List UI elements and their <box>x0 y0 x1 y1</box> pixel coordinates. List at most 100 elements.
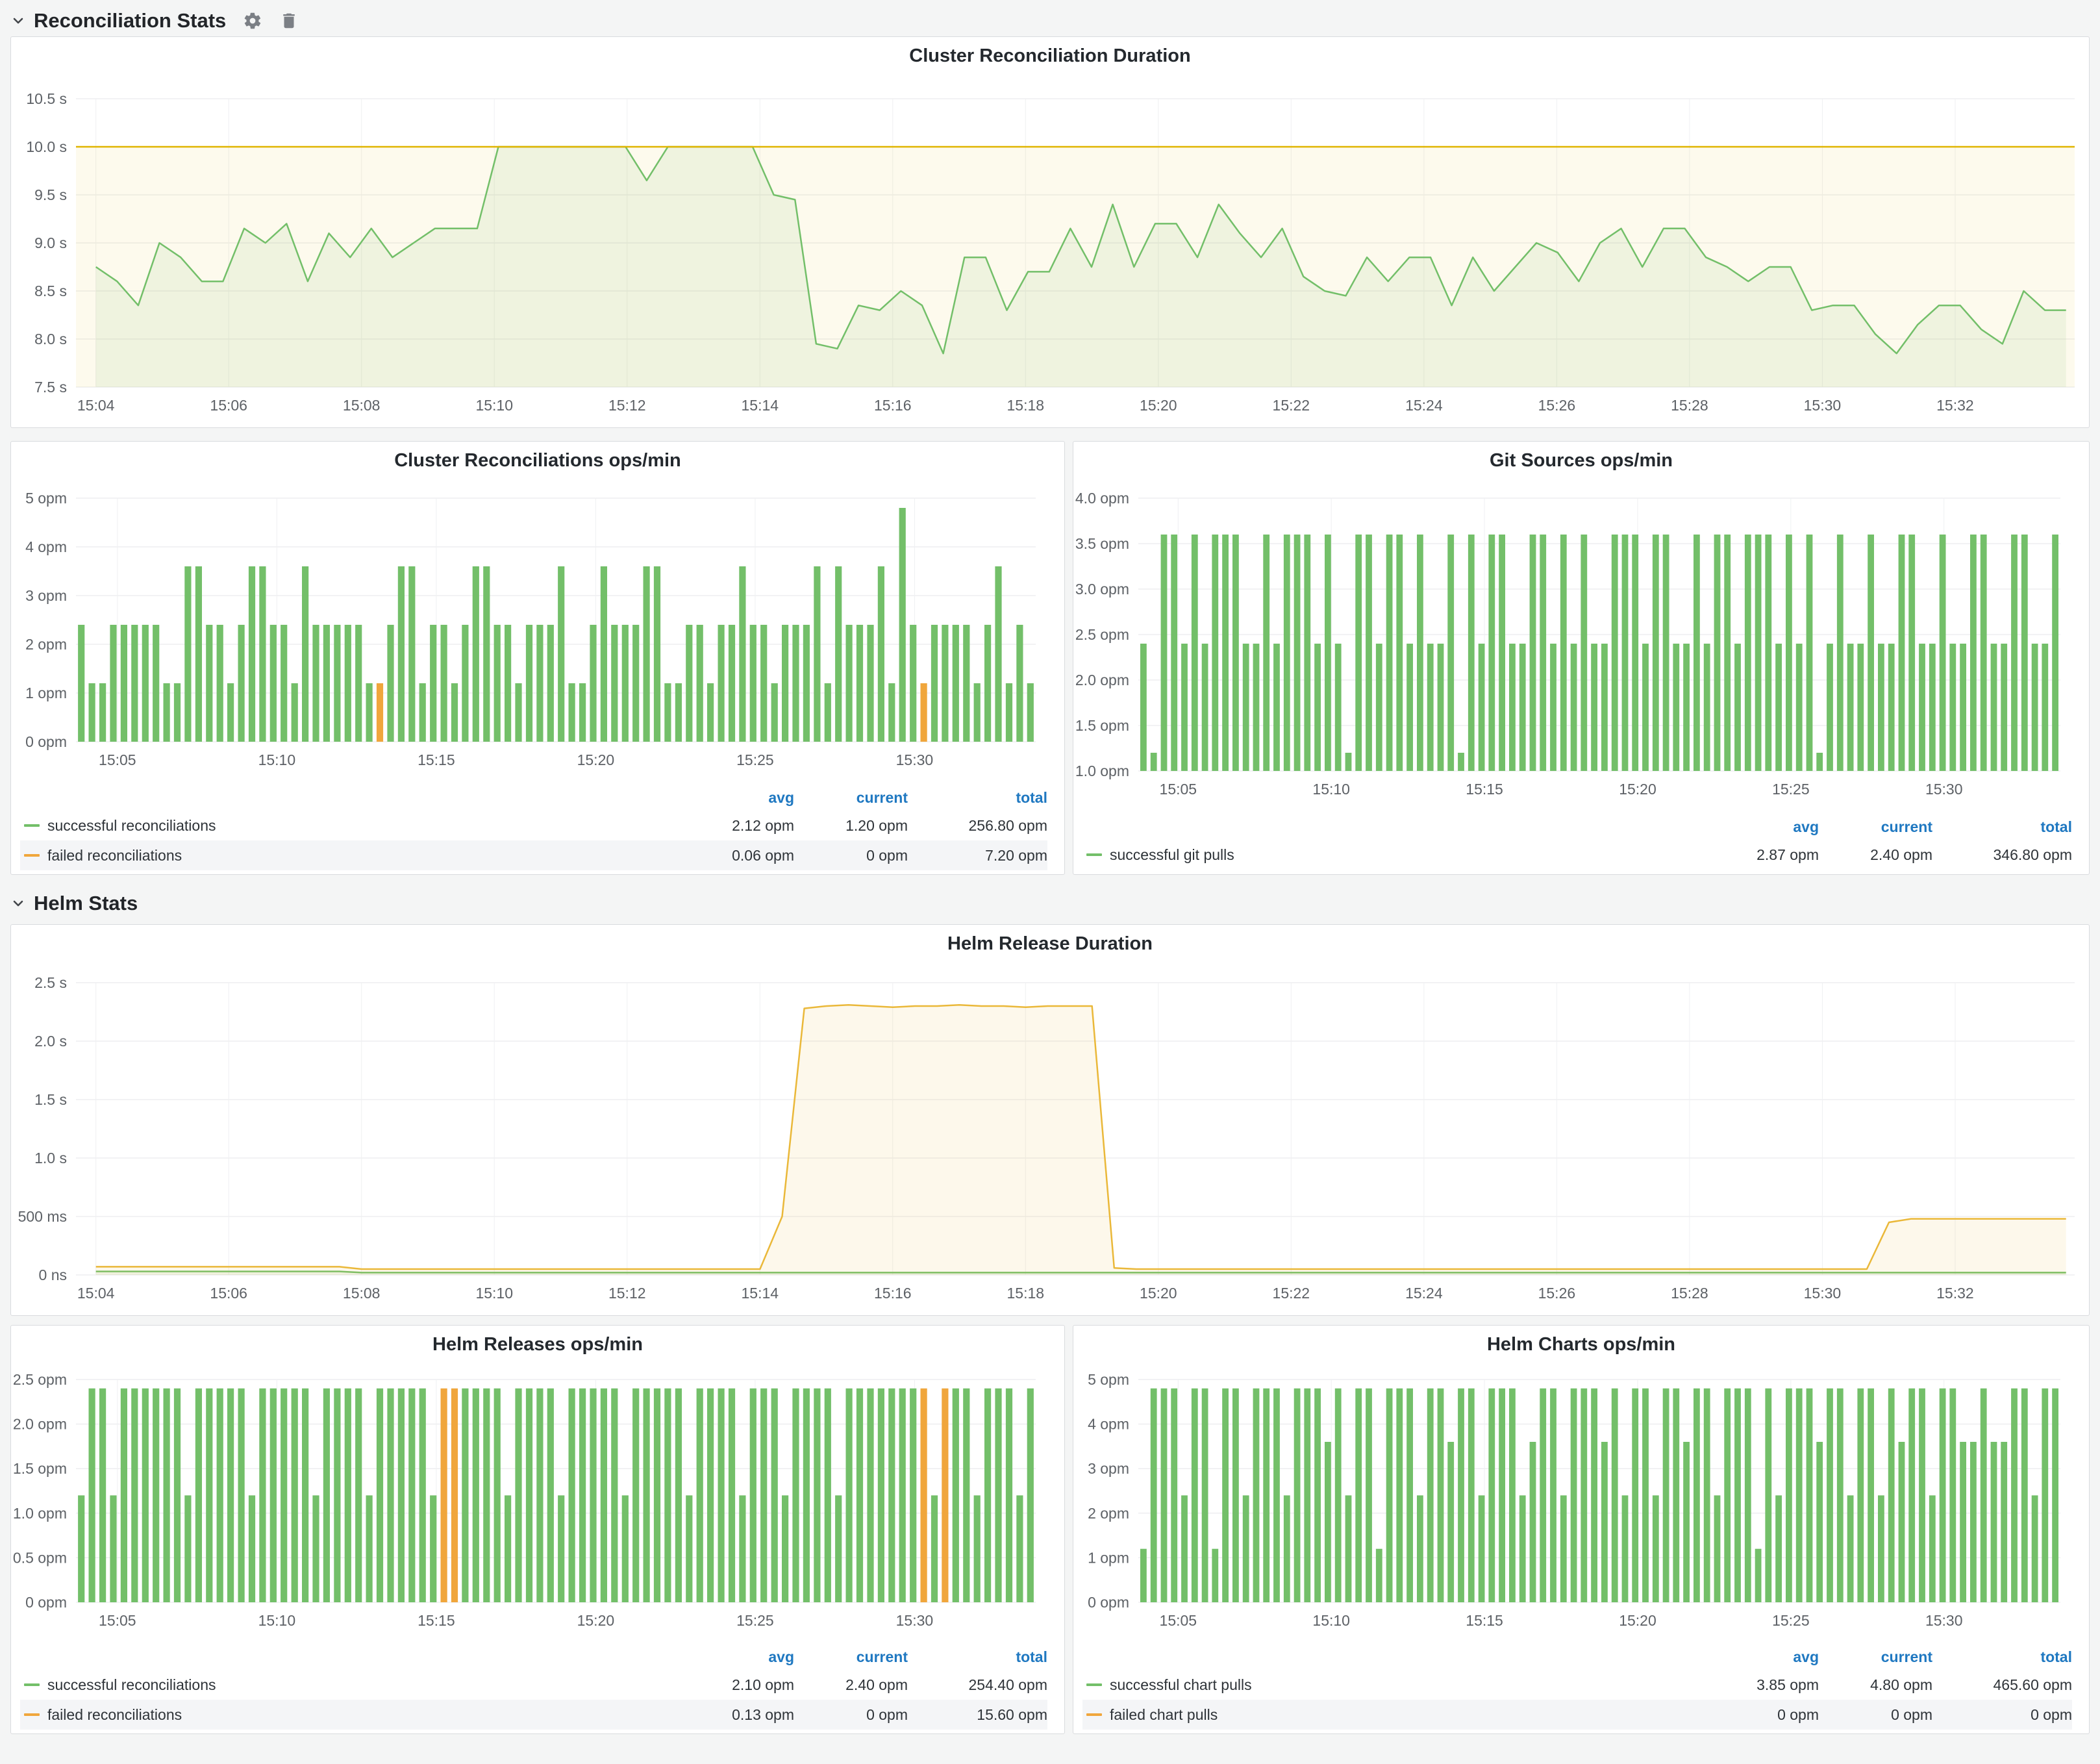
legend-col-avg[interactable]: avg <box>681 789 794 807</box>
legend-header: avg current total <box>20 785 1047 811</box>
legend-row-successful-git-pulls[interactable]: successful git pulls 2.87 opm 2.40 opm 3… <box>1082 840 2072 870</box>
legend-col-current[interactable]: current <box>1819 818 1932 836</box>
legend-row-failed-chart-pulls[interactable]: failed chart pulls 0 opm 0 opm 0 opm <box>1082 1700 2072 1730</box>
svg-text:15:15: 15:15 <box>418 1612 455 1629</box>
legend-stat-avg: 0.06 opm <box>681 847 794 864</box>
svg-text:15:15: 15:15 <box>1466 1612 1503 1629</box>
svg-text:2.0 s: 2.0 s <box>34 1033 67 1050</box>
panel-title[interactable]: Git Sources ops/min <box>1073 442 2089 476</box>
svg-text:15:04: 15:04 <box>77 1285 115 1302</box>
cluster-reconciliation-duration-chart[interactable]: 7.5 s8.0 s8.5 s9.0 s9.5 s10.0 s10.5 s15:… <box>11 71 2089 427</box>
legend-stat-avg: 0.13 opm <box>681 1706 794 1724</box>
legend-col-current[interactable]: current <box>1819 1648 1932 1666</box>
svg-text:15:18: 15:18 <box>1007 1285 1045 1302</box>
svg-text:15:20: 15:20 <box>577 751 615 768</box>
legend-row-successful-reconciliations[interactable]: successful reconciliations 2.12 opm 1.20… <box>20 811 1047 840</box>
panel-title[interactable]: Helm Charts ops/min <box>1073 1326 2089 1360</box>
svg-text:3.5 opm: 3.5 opm <box>1075 535 1129 552</box>
legend-label[interactable]: failed chart pulls <box>1110 1706 1705 1724</box>
panel-title[interactable]: Helm Release Duration <box>11 925 2089 959</box>
row-reconciliation-rates: Cluster Reconciliations ops/min 0 opm 1 o… <box>10 441 2090 875</box>
svg-text:15:10: 15:10 <box>258 751 296 768</box>
cluster-reconciliations-chart[interactable]: 0 opm1 opm2 opm3 opm4 opm5 opm15:0515:10… <box>11 476 1064 785</box>
helm-release-duration-chart[interactable]: 0 ns500 ms1.0 s1.5 s2.0 s2.5 s15:0415:06… <box>11 959 2089 1315</box>
legend-stat-total: 7.20 opm <box>908 847 1047 864</box>
svg-text:1 opm: 1 opm <box>1088 1549 1129 1566</box>
panel-title[interactable]: Helm Releases ops/min <box>11 1326 1064 1360</box>
svg-text:1.5 s: 1.5 s <box>34 1091 67 1108</box>
svg-text:15:32: 15:32 <box>1936 397 1974 414</box>
svg-text:15:25: 15:25 <box>1772 781 1810 798</box>
svg-text:4 opm: 4 opm <box>1088 1416 1129 1433</box>
section-title[interactable]: Helm Stats <box>34 892 138 915</box>
svg-text:2.5 opm: 2.5 opm <box>13 1371 67 1388</box>
svg-text:2 opm: 2 opm <box>1088 1505 1129 1522</box>
legend-stat-avg: 2.87 opm <box>1705 846 1819 864</box>
legend-col-avg[interactable]: avg <box>1705 1648 1819 1666</box>
legend-header: avg current total <box>1082 814 2072 840</box>
git-sources-chart[interactable]: 1.0 opm1.5 opm2.0 opm2.5 opm3.0 opm3.5 o… <box>1073 476 2089 814</box>
svg-text:15:28: 15:28 <box>1671 397 1708 414</box>
legend-col-total[interactable]: total <box>1932 818 2072 836</box>
svg-text:15:12: 15:12 <box>608 397 646 414</box>
legend-label[interactable]: failed reconciliations <box>47 847 681 864</box>
series-dash-icon <box>24 824 40 827</box>
legend-row-successful-reconciliations[interactable]: successful reconciliations 2.10 opm 2.40… <box>20 1670 1047 1700</box>
legend-col-total[interactable]: total <box>1932 1648 2072 1666</box>
legend-row-failed-reconciliations[interactable]: failed reconciliations 0.06 opm 0 opm 7.… <box>20 840 1047 870</box>
legend-stat-current: 0 opm <box>794 847 908 864</box>
legend-stat-total: 15.60 opm <box>908 1706 1047 1724</box>
helm-releases-chart[interactable]: 0 opm0.5 opm1.0 opm1.5 opm2.0 opm2.5 opm… <box>11 1360 1064 1644</box>
gear-icon[interactable] <box>243 11 262 31</box>
section-header-helm-stats[interactable]: Helm Stats <box>10 888 2090 919</box>
svg-text:5 opm: 5 opm <box>1088 1371 1129 1388</box>
legend-col-total[interactable]: total <box>908 789 1047 807</box>
svg-text:15:08: 15:08 <box>343 397 381 414</box>
panel-helm-releases-opm: Helm Releases ops/min 0 opm 0.5 opm 1.0 op… <box>10 1325 1065 1734</box>
legend-row-failed-reconciliations[interactable]: failed reconciliations 0.13 opm 0 opm 15… <box>20 1700 1047 1730</box>
legend-label[interactable]: successful reconciliations <box>47 1676 681 1694</box>
svg-text:15:24: 15:24 <box>1405 1285 1443 1302</box>
row-helm-rates: Helm Releases ops/min 0 opm 0.5 opm 1.0 op… <box>10 1325 2090 1734</box>
svg-text:0.5 opm: 0.5 opm <box>13 1549 67 1566</box>
svg-text:1 opm: 1 opm <box>25 685 67 701</box>
section-header-reconciliation-stats[interactable]: Reconciliation Stats <box>10 5 2090 36</box>
legend-row-successful-chart-pulls[interactable]: successful chart pulls 3.85 opm 4.80 opm… <box>1082 1670 2072 1700</box>
helm-charts-chart[interactable]: 0 opm1 opm2 opm3 opm4 opm5 opm15:0515:10… <box>1073 1360 2089 1644</box>
chevron-down-icon[interactable] <box>10 896 26 911</box>
svg-text:1.0 opm: 1.0 opm <box>1075 762 1129 779</box>
svg-text:15:14: 15:14 <box>741 1285 779 1302</box>
series-dash-icon <box>24 1713 40 1716</box>
svg-text:1.5 opm: 1.5 opm <box>13 1460 67 1477</box>
svg-text:1.5 opm: 1.5 opm <box>1075 717 1129 734</box>
chevron-down-icon[interactable] <box>10 13 26 29</box>
legend-col-avg[interactable]: avg <box>681 1648 794 1666</box>
legend-label[interactable]: successful chart pulls <box>1110 1676 1705 1694</box>
legend-label[interactable]: successful reconciliations <box>47 817 681 835</box>
svg-text:15:08: 15:08 <box>343 1285 381 1302</box>
legend-col-avg[interactable]: avg <box>1705 818 1819 836</box>
svg-text:15:12: 15:12 <box>608 1285 646 1302</box>
svg-text:3.0 opm: 3.0 opm <box>1075 581 1129 598</box>
section-title[interactable]: Reconciliation Stats <box>34 9 226 32</box>
svg-text:15:05: 15:05 <box>1160 1612 1197 1629</box>
legend-stat-total: 0 opm <box>1932 1706 2072 1724</box>
panel-title[interactable]: Cluster Reconciliation Duration <box>11 37 2089 71</box>
svg-text:15:05: 15:05 <box>99 751 136 768</box>
panel-title[interactable]: Cluster Reconciliations ops/min <box>11 442 1064 476</box>
svg-text:15:20: 15:20 <box>1140 1285 1177 1302</box>
legend-stat-current: 0 opm <box>794 1706 908 1724</box>
legend-col-current[interactable]: current <box>794 1648 908 1666</box>
svg-text:15:30: 15:30 <box>1804 1285 1842 1302</box>
legend-col-current[interactable]: current <box>794 789 908 807</box>
svg-text:4.0 opm: 4.0 opm <box>1075 490 1129 507</box>
trash-icon[interactable] <box>279 11 299 31</box>
svg-text:15:06: 15:06 <box>210 1285 247 1302</box>
panel-helm-charts-opm: Helm Charts ops/min 0 opm1 opm2 opm3 opm… <box>1073 1325 2090 1734</box>
legend-col-total[interactable]: total <box>908 1648 1047 1666</box>
svg-text:1.0 opm: 1.0 opm <box>13 1505 67 1522</box>
legend-stat-total: 254.40 opm <box>908 1676 1047 1694</box>
dashboard: Reconciliation Stats Cluster Reconciliat… <box>0 0 2100 1739</box>
legend-label[interactable]: failed reconciliations <box>47 1706 681 1724</box>
legend-label[interactable]: successful git pulls <box>1110 846 1705 864</box>
